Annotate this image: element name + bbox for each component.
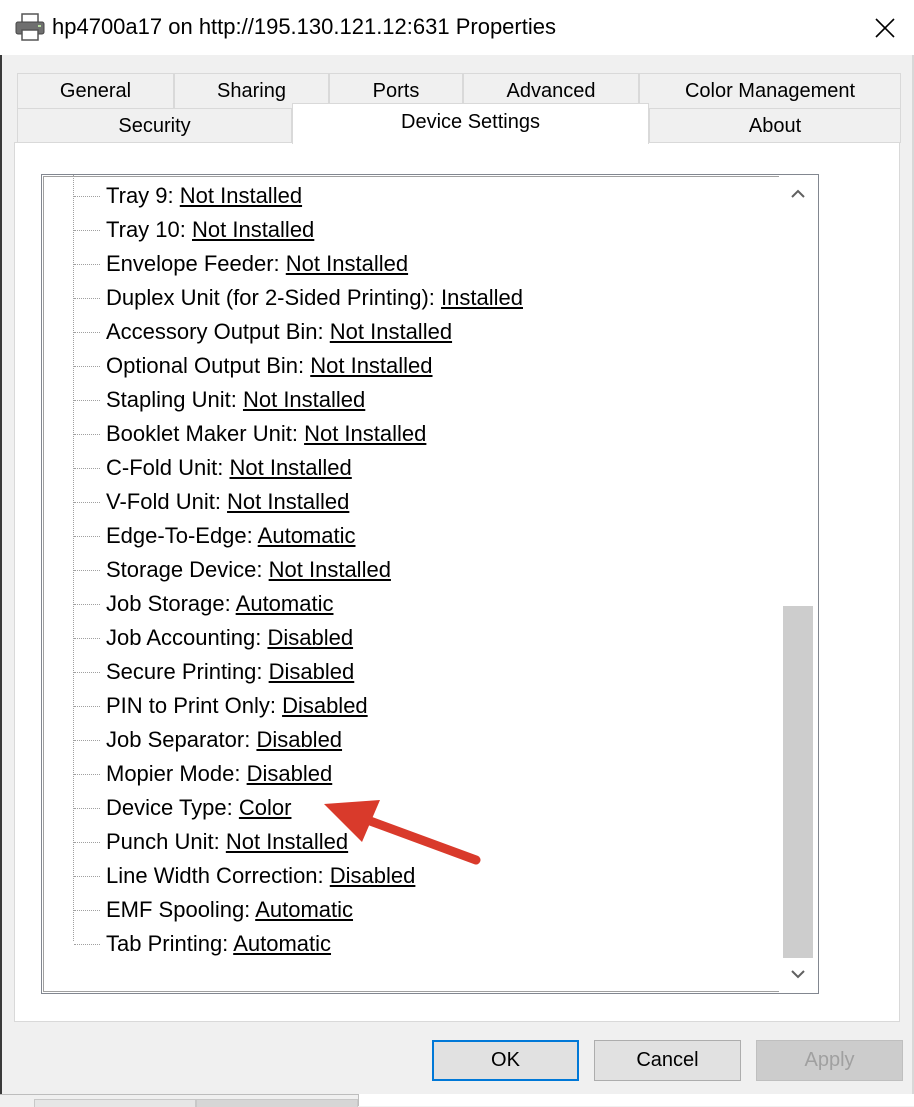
tree-item-value[interactable]: Not Installed (310, 353, 432, 378)
cancel-button[interactable]: Cancel (594, 1040, 741, 1081)
tree-item-value[interactable]: Disabled (269, 659, 355, 684)
vertical-scrollbar[interactable] (779, 176, 817, 992)
tree-item-value[interactable]: Not Installed (227, 489, 349, 514)
tab-device-settings[interactable]: Device Settings (292, 103, 649, 144)
tree-item-value[interactable]: Disabled (267, 625, 353, 650)
scroll-up-button[interactable] (779, 176, 817, 212)
background-pane (358, 1094, 914, 1106)
tree-item-value[interactable]: Not Installed (243, 387, 365, 412)
tree-item-label: Job Accounting: (106, 625, 268, 650)
tree-item-label: Tray 10: (106, 217, 192, 242)
tree-item-value[interactable]: Disabled (330, 863, 416, 888)
tree-item-label: Storage Device: (106, 557, 269, 582)
tree-item-value[interactable]: Disabled (256, 727, 342, 752)
tree-item-value[interactable]: Not Installed (226, 829, 348, 854)
tab-label: Security (118, 115, 191, 137)
tree-item-label: Secure Printing: (106, 659, 269, 684)
ok-button[interactable]: OK (432, 1040, 579, 1081)
tree-item-value[interactable]: Not Installed (286, 251, 408, 276)
close-button[interactable] (856, 0, 914, 55)
tree-item-value[interactable]: Not Installed (269, 557, 391, 582)
tab-label: General (59, 80, 132, 102)
tree-item-value[interactable]: Not Installed (180, 183, 302, 208)
tree-item-value[interactable]: Automatic (255, 897, 353, 922)
tab-label: Advanced (506, 80, 596, 102)
tree-item-value[interactable]: Not Installed (330, 319, 452, 344)
tab-general[interactable]: General (17, 73, 174, 108)
tab-label: Device Settings (401, 111, 540, 133)
tree-item-value[interactable]: Not Installed (192, 217, 314, 242)
tree-item-label: C-Fold Unit: (106, 455, 230, 480)
scroll-thumb[interactable] (783, 606, 813, 958)
tree-item-label: EMF Spooling: (106, 897, 256, 922)
tree-item-label: Job Storage: (106, 591, 236, 616)
tree-item-label: Duplex Unit (for 2-Sided Printing): (106, 285, 442, 310)
apply-button[interactable]: Apply (756, 1040, 903, 1081)
tree-item-label: Optional Output Bin: (106, 353, 311, 378)
tree-item-value[interactable]: Automatic (258, 523, 356, 548)
tree-item-label: Punch Unit: (106, 829, 226, 854)
window-title: hp4700a17 on http://195.130.121.12:631 P… (52, 14, 556, 39)
device-settings-tree[interactable]: Tray 9: Not Installed Tray 10: Not Insta… (41, 174, 819, 994)
tree-item-label: V-Fold Unit: (106, 489, 228, 514)
tree-item-label: Edge-To-Edge: (106, 523, 258, 548)
tree-item-value[interactable]: Installed (441, 285, 523, 310)
tree-item-label: Booklet Maker Unit: (106, 421, 305, 446)
tree-item-value[interactable]: Color (239, 795, 292, 820)
title-bar: hp4700a17 on http://195.130.121.12:631 P… (0, 0, 914, 55)
tree-item-value[interactable]: Not Installed (304, 421, 426, 446)
tree-item-value[interactable]: Automatic (236, 591, 334, 616)
tab-label: Color Management (684, 80, 856, 102)
tab-about[interactable]: About (649, 108, 901, 143)
tree-item-label: Device Type: (106, 795, 239, 820)
tab-label: Ports (372, 80, 420, 102)
tree-item-label: Stapling Unit: (106, 387, 243, 412)
tree-connector-line (73, 175, 74, 941)
tree-item-label: Envelope Feeder: (106, 251, 286, 276)
close-icon (875, 17, 895, 38)
tab-color-management[interactable]: Color Management (639, 73, 901, 108)
tree-item-value[interactable]: Automatic (233, 931, 331, 956)
tree-item-label: Job Separator: (106, 727, 257, 752)
tree-item-value[interactable]: Disabled (247, 761, 333, 786)
scroll-down-button[interactable] (779, 956, 817, 992)
chevron-down-icon (791, 970, 805, 979)
tree-item-label: Tab Printing: (106, 931, 234, 956)
tab-label: About (748, 115, 802, 137)
tab-label: Sharing (217, 80, 286, 102)
tab-security[interactable]: Security (17, 108, 292, 143)
chevron-up-icon (791, 189, 805, 198)
tree-item-value[interactable]: Not Installed (229, 455, 351, 480)
tree-item-label: Tray 9: (106, 183, 180, 208)
tree-item-label: PIN to Print Only: (106, 693, 283, 718)
printer-icon (15, 13, 45, 41)
tree-item-label: Line Width Correction: (106, 863, 330, 888)
tree-item-value[interactable]: Disabled (282, 693, 368, 718)
tree-item-label: Accessory Output Bin: (106, 319, 330, 344)
tree-item-label: Mopier Mode: (106, 761, 247, 786)
